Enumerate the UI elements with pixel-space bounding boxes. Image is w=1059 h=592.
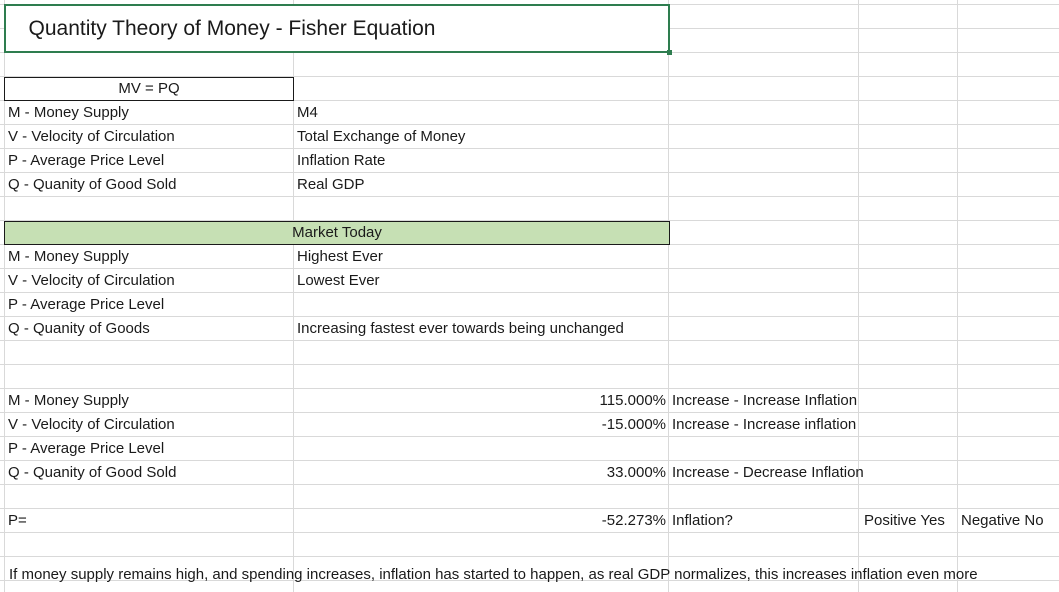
market-value-cell[interactable]: Increasing fastest ever towards being un… bbox=[297, 317, 624, 341]
definition-meaning-cell[interactable]: M4 bbox=[297, 101, 318, 125]
definition-term-cell[interactable]: Q - Quanity of Good Sold bbox=[8, 173, 176, 197]
market-today-header-cell[interactable]: Market Today bbox=[4, 221, 670, 245]
result-value-cell[interactable]: -52.273% bbox=[294, 509, 666, 533]
calc-term-cell[interactable]: M - Money Supply bbox=[8, 389, 129, 413]
market-term-cell[interactable]: V - Velocity of Circulation bbox=[8, 269, 175, 293]
sheet-title: Quantity Theory of Money - Fisher Equati… bbox=[28, 17, 436, 40]
calc-value-cell[interactable] bbox=[294, 437, 666, 461]
definition-term-cell[interactable]: V - Velocity of Circulation bbox=[8, 125, 175, 149]
market-value-cell[interactable]: Lowest Ever bbox=[297, 269, 380, 293]
grid-line bbox=[858, 0, 859, 592]
negative-no-cell[interactable]: Negative No bbox=[961, 509, 1044, 533]
calc-term-cell[interactable]: V - Velocity of Circulation bbox=[8, 413, 175, 437]
definition-term-cell[interactable]: M - Money Supply bbox=[8, 101, 129, 125]
positive-yes-cell[interactable]: Positive Yes bbox=[864, 509, 945, 533]
grid-line bbox=[668, 0, 669, 592]
market-value-cell[interactable]: Highest Ever bbox=[297, 245, 383, 269]
market-term-cell[interactable]: Q - Quanity of Goods bbox=[8, 317, 150, 341]
definition-meaning-cell[interactable]: Real GDP bbox=[297, 173, 365, 197]
footer-note-cell[interactable]: If money supply remains high, and spendi… bbox=[9, 563, 978, 587]
calc-value-cell[interactable]: -15.000% bbox=[294, 413, 666, 437]
title-cell[interactable]: Quantity Theory of Money - Fisher Equati… bbox=[4, 4, 672, 55]
equation-cell[interactable]: MV = PQ bbox=[4, 77, 294, 101]
calc-term-cell[interactable]: P - Average Price Level bbox=[8, 437, 164, 461]
grid-line bbox=[957, 0, 958, 592]
result-label-cell[interactable]: P= bbox=[8, 509, 27, 533]
inflation-question-cell[interactable]: Inflation? bbox=[672, 509, 733, 533]
definition-term-cell[interactable]: P - Average Price Level bbox=[8, 149, 164, 173]
market-term-cell[interactable]: M - Money Supply bbox=[8, 245, 129, 269]
calc-term-cell[interactable]: Q - Quanity of Good Sold bbox=[8, 461, 176, 485]
grid-line bbox=[0, 364, 1059, 365]
market-today-header: Market Today bbox=[292, 224, 382, 241]
definition-meaning-cell[interactable]: Total Exchange of Money bbox=[297, 125, 465, 149]
market-term-cell[interactable]: P - Average Price Level bbox=[8, 293, 164, 317]
grid-line bbox=[0, 556, 1059, 557]
calc-effect-cell[interactable]: Increase - Increase Inflation bbox=[672, 389, 857, 413]
equation-text: MV = PQ bbox=[118, 80, 180, 97]
calc-value-cell[interactable]: 33.000% bbox=[294, 461, 666, 485]
definition-meaning-cell[interactable]: Inflation Rate bbox=[297, 149, 385, 173]
calc-value-cell[interactable]: 115.000% bbox=[294, 389, 666, 413]
calc-effect-cell[interactable]: Increase - Decrease Inflation bbox=[672, 461, 864, 485]
spreadsheet-grid[interactable]: Quantity Theory of Money - Fisher Equati… bbox=[0, 0, 1059, 592]
calc-effect-cell[interactable]: Increase - Increase inflation bbox=[672, 413, 856, 437]
